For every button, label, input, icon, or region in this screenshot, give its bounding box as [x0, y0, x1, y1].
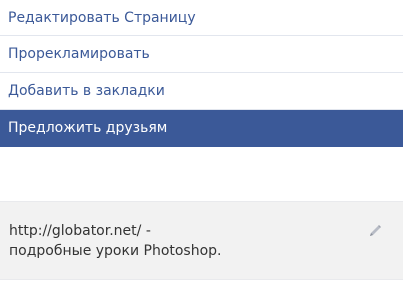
menu-item-promote[interactable]: Прорекламировать	[0, 36, 403, 73]
pencil-icon[interactable]	[367, 223, 383, 239]
description-line-2: подробные уроки Photoshop.	[9, 243, 222, 259]
menu-item-edit-page[interactable]: Редактировать Страницу	[0, 0, 403, 36]
page-info-box: http://globator.net/ - подробные уроки P…	[0, 201, 403, 280]
menu-item-add-bookmark[interactable]: Добавить в закладки	[0, 73, 403, 110]
page-description: http://globator.net/ - подробные уроки P…	[9, 221, 339, 261]
page-actions-menu: Редактировать Страницу Прорекламировать …	[0, 0, 403, 147]
description-line-1: http://globator.net/ -	[9, 223, 151, 239]
menu-item-suggest-friends[interactable]: Предложить друзьям	[0, 110, 403, 147]
